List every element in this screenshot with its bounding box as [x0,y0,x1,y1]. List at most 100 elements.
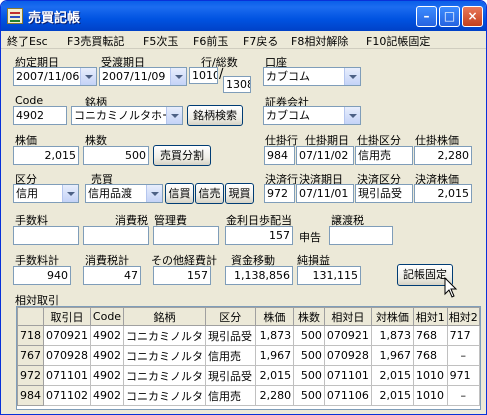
cell: – [446,385,480,406]
junson-field: 131,115 [297,266,361,285]
shikake-kabuka-field[interactable]: 2,280 [414,146,472,165]
code-field[interactable]: 4902 [13,106,67,125]
cell: – [446,345,480,366]
cell: コニカミノルタ [123,365,206,386]
tesuryo-field[interactable] [13,226,79,245]
cell: 971 [446,365,480,386]
shoken-select[interactable]: カブコム [263,106,361,125]
col-header[interactable]: 区分 [205,307,256,326]
kouza-select[interactable]: カブコム [263,67,361,86]
kessai-gyou-field[interactable]: 972 [264,184,295,203]
meigara-select[interactable]: コニカミノルタホー. [71,106,183,125]
gyou-field[interactable]: 1010 [189,67,218,84]
col-header[interactable]: 銘柄 [123,307,206,326]
cell: 信用売 [205,385,256,406]
menu-f3[interactable]: F3売買転記 [67,33,124,49]
cell: コニカミノルタ [123,385,206,406]
col-header[interactable]: 株価 [254,307,295,326]
row-id: 718 [17,325,44,346]
cell: 500 [293,385,325,406]
cell: 071101 [43,365,91,386]
shohizei-kei-field: 47 [83,266,141,285]
shikake-kijitsu-field[interactable]: 07/11/02 [296,146,354,165]
shinbai-button[interactable]: 信売 [195,183,224,204]
cell: 信用売 [205,345,256,366]
sotai-grid[interactable]: 取引日 Code 銘柄 区分 株価 株数 相対日 対株価 相対1 相対2 718… [16,306,481,410]
kinri-field[interactable]: 157 [225,226,293,245]
cell: 071106 [323,385,372,406]
cell: 500 [293,325,325,346]
joto-field[interactable] [329,226,393,245]
menu-bar: 終了Esc F3売買転記 F5次玉 F6前玉 F7戻る F8相対解除 F10記帳… [1,31,486,49]
menu-exit[interactable]: 終了Esc [7,33,48,49]
cell: 1,873 [370,325,415,346]
col-header[interactable]: 相対日 [323,307,372,326]
app-icon [7,8,23,24]
table-row[interactable]: 972 071101 4902 コニカミノルタ 現引品受 2,015 500 0… [17,365,480,386]
split-button[interactable]: 売買分割 [153,145,211,166]
cell: 070921 [43,325,91,346]
menu-f6[interactable]: F6前玉 [193,33,228,49]
shohizei-field[interactable] [83,226,149,245]
cell: 071101 [323,365,372,386]
table-header-row: 取引日 Code 銘柄 区分 株価 株数 相対日 対株価 相対1 相対2 [17,307,480,326]
maximize-button[interactable]: □ [439,6,460,27]
cell: 070921 [323,325,372,346]
row-id: 984 [17,385,44,406]
title-bar: 売買記帳 – □ × [1,1,486,31]
chevron-down-icon [166,107,182,124]
tesuryo-kei-field: 940 [13,266,71,285]
shikin-field: 1,138,856 [225,266,293,285]
close-button[interactable]: × [462,6,483,27]
baibai-select[interactable]: 信用品渡 [85,184,163,203]
col-header[interactable]: 取引日 [43,307,91,326]
cell: 070928 [43,345,91,366]
cell: 2,015 [254,365,295,386]
row-id: 972 [17,365,44,386]
genkai-button[interactable]: 現買 [225,183,254,204]
col-header[interactable]: 株数 [293,307,325,326]
yakujo-date-picker[interactable]: 2007/11/06 [13,67,97,86]
col-header[interactable]: 対株価 [370,307,415,326]
meigara-search-button[interactable]: 銘柄検索 [187,105,243,126]
cell: 071102 [43,385,91,406]
kubun-select[interactable]: 信用 [13,184,79,203]
kabuka-field[interactable]: 2,015 [13,146,79,165]
table-row[interactable]: 984 071102 4902 コニカミノルタ 信用売 2,280 500 07… [17,385,480,406]
col-header[interactable]: Code [90,307,124,326]
menu-f10[interactable]: F10記帳固定 [366,33,430,49]
menu-f8[interactable]: F8相対解除 [291,33,348,49]
ukewatashi-date-picker[interactable]: 2007/11/09 [99,67,187,86]
shikake-gyou-field[interactable]: 984 [264,146,295,165]
cell: コニカミノルタ [123,345,206,366]
cell: 1010 [413,385,448,406]
cell: 1,873 [254,325,295,346]
cell: 768 [413,345,448,366]
table-row[interactable]: 767 070928 4902 コニカミノルタ 信用売 1,967 500 07… [17,345,480,366]
chevron-down-icon [344,68,360,85]
sousu-field: 1308 [223,76,251,93]
col-header[interactable]: 相対1 [413,307,448,326]
window-title: 売買記帳 [28,11,81,26]
cell: 現引品受 [205,365,256,386]
cell: 1010 [413,365,448,386]
table-row[interactable]: 718 070921 4902 コニカミノルタ 現引品受 1,873 500 0… [17,325,480,346]
menu-f7[interactable]: F7戻る [243,33,278,49]
cell: 768 [413,325,448,346]
col-header[interactable]: 相対2 [446,307,480,326]
kessai-kijitsu-field[interactable]: 07/11/01 [296,184,354,203]
minimize-button[interactable]: – [416,6,437,27]
shikake-kubun-field[interactable]: 信用売 [355,146,413,165]
kessai-kubun-field[interactable]: 現引品受 [355,184,413,203]
kessai-kabuka-field[interactable]: 2,015 [414,184,472,203]
chevron-down-icon [62,185,78,202]
cell: 500 [293,345,325,366]
kanrihi-field[interactable] [153,226,219,245]
chevron-down-icon [170,68,186,85]
cell: 1,967 [254,345,295,366]
menu-f5[interactable]: F5次玉 [143,33,178,49]
kabusu-field[interactable]: 500 [83,146,149,165]
shinkai-button[interactable]: 信買 [165,183,194,204]
cell: 2,280 [254,385,295,406]
cell: コニカミノルタ [123,325,206,346]
